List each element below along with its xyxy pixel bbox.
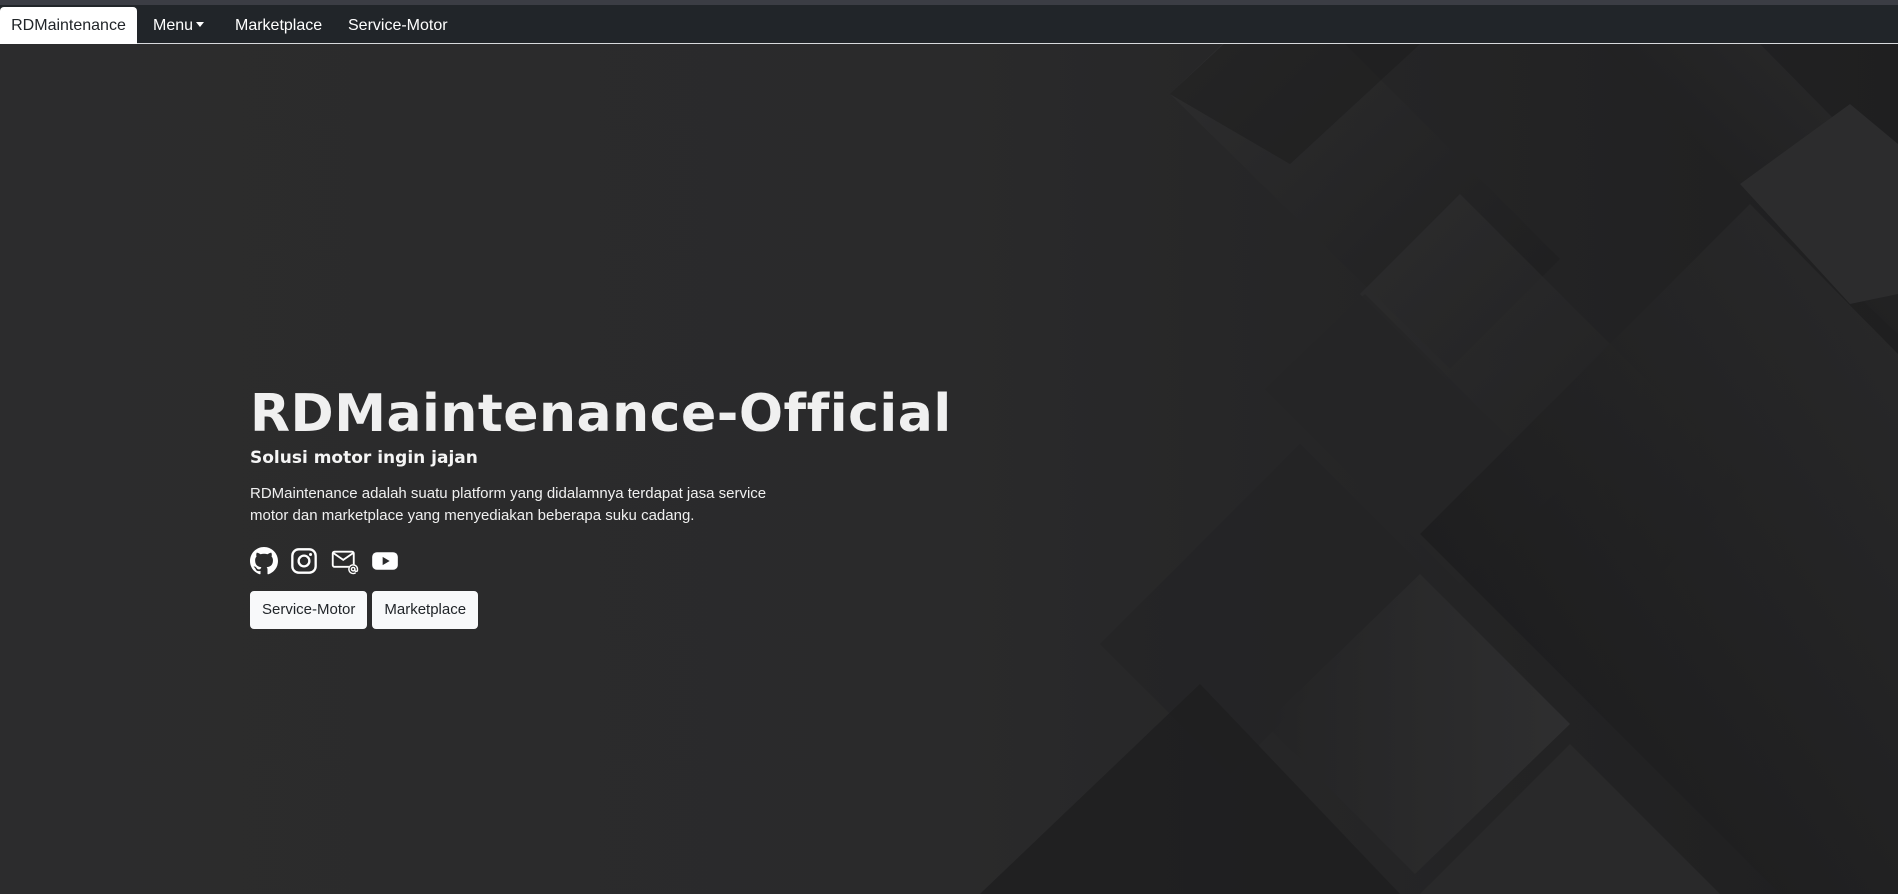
hero-buttons: Service-Motor Marketplace bbox=[250, 591, 950, 629]
hero-subtitle: Solusi motor ingin jajan bbox=[250, 448, 478, 468]
hero-title: RDMaintenance-Official bbox=[250, 384, 952, 444]
navbar: RDMaintenance Menu Marketplace Service-M… bbox=[0, 5, 1898, 45]
marketplace-button[interactable]: Marketplace bbox=[372, 591, 479, 629]
hero-description: RDMaintenance adalah suatu platform yang… bbox=[250, 485, 767, 524]
instagram-icon[interactable] bbox=[290, 547, 318, 575]
email-icon[interactable] bbox=[331, 547, 359, 575]
social-links bbox=[250, 547, 950, 575]
nav-brand-link[interactable]: RDMaintenance bbox=[0, 7, 137, 45]
service-motor-button[interactable]: Service-Motor bbox=[250, 591, 368, 629]
nav-marketplace-link[interactable]: Marketplace bbox=[235, 7, 322, 44]
hero-content: RDMaintenance-Official Solusi motor ingi… bbox=[250, 384, 952, 629]
github-icon[interactable] bbox=[250, 547, 278, 575]
youtube-icon[interactable] bbox=[371, 547, 399, 575]
nav-menu-label: Menu bbox=[153, 17, 194, 34]
nav-service-motor-link[interactable]: Service-Motor bbox=[348, 7, 448, 44]
hero-section: RDMaintenance-Official Solusi motor ingi… bbox=[0, 44, 1898, 894]
caret-down-icon bbox=[196, 22, 205, 28]
nav-menu-dropdown[interactable]: Menu bbox=[153, 7, 205, 44]
